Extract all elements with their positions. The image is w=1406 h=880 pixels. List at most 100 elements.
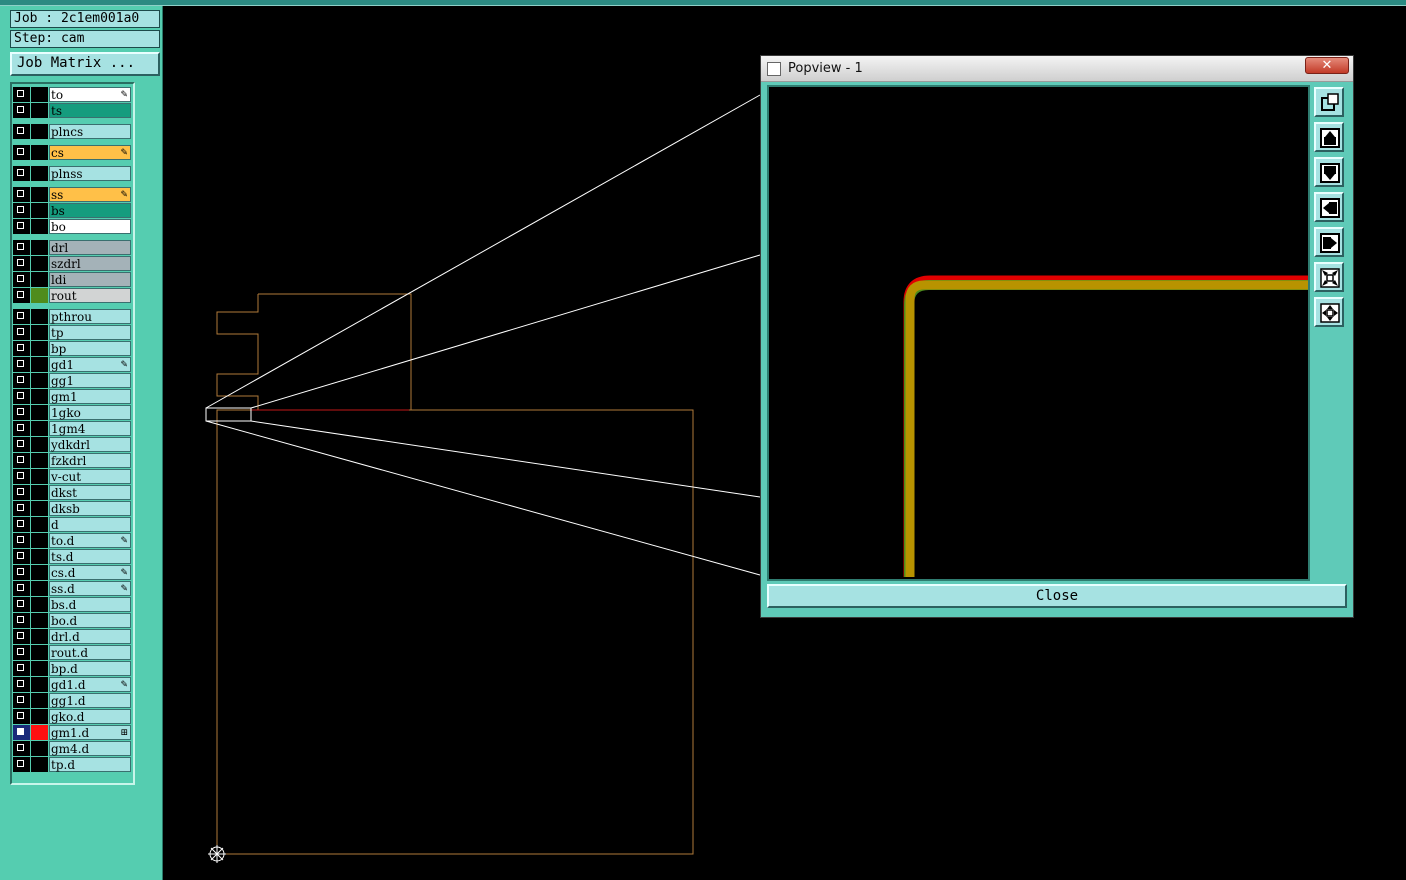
layer-checkbox[interactable] xyxy=(13,613,30,628)
layer-checkbox[interactable] xyxy=(13,757,30,772)
layer-row[interactable]: ss ✎ xyxy=(13,187,132,202)
layer-name[interactable]: 1gm4 xyxy=(49,421,131,436)
layer-row[interactable]: tp xyxy=(13,325,132,340)
layer-name[interactable]: bp xyxy=(49,341,131,356)
layer-row[interactable]: ldi xyxy=(13,272,132,287)
layer-color-swatch[interactable] xyxy=(31,203,48,218)
layer-name[interactable]: to ✎ xyxy=(49,87,131,102)
layer-checkbox[interactable] xyxy=(13,240,30,255)
popview-titlebar[interactable]: Popview - 1 ✕ xyxy=(761,56,1353,82)
layer-color-swatch[interactable] xyxy=(31,453,48,468)
layer-color-swatch[interactable] xyxy=(31,219,48,234)
layer-checkbox[interactable] xyxy=(13,677,30,692)
layer-color-swatch[interactable] xyxy=(31,87,48,102)
layer-name[interactable]: gm4.d xyxy=(49,741,131,756)
layer-row[interactable]: bp.d xyxy=(13,661,132,676)
layer-checkbox[interactable] xyxy=(13,597,30,612)
layer-row[interactable]: bs xyxy=(13,203,132,218)
layer-checkbox[interactable] xyxy=(13,533,30,548)
layer-color-swatch[interactable] xyxy=(31,437,48,452)
pan-right-icon[interactable] xyxy=(1314,227,1344,257)
pan-left-icon[interactable] xyxy=(1314,192,1344,222)
layer-row[interactable]: gg1 xyxy=(13,373,132,388)
layer-row[interactable]: plncs xyxy=(13,124,132,139)
layer-checkbox[interactable] xyxy=(13,565,30,580)
layer-name[interactable]: gko.d xyxy=(49,709,131,724)
layer-color-swatch[interactable] xyxy=(31,645,48,660)
layer-checkbox[interactable] xyxy=(13,288,30,303)
layer-name[interactable]: gd1 ✎ xyxy=(49,357,131,372)
popview-canvas[interactable] xyxy=(767,85,1310,581)
layer-row[interactable]: dkst xyxy=(13,485,132,500)
layer-row[interactable]: fzkdrl xyxy=(13,453,132,468)
layer-checkbox[interactable] xyxy=(13,272,30,287)
layer-row[interactable]: bs.d xyxy=(13,597,132,612)
layer-name[interactable]: rout.d xyxy=(49,645,131,660)
layer-row[interactable]: d xyxy=(13,517,132,532)
layer-row[interactable]: gd1 ✎ xyxy=(13,357,132,372)
layer-name[interactable]: gd1.d ✎ xyxy=(49,677,131,692)
layer-name[interactable]: gg1.d xyxy=(49,693,131,708)
layer-name[interactable]: v-cut xyxy=(49,469,131,484)
layer-checkbox[interactable] xyxy=(13,645,30,660)
layer-checkbox[interactable] xyxy=(13,693,30,708)
layer-color-swatch[interactable] xyxy=(31,501,48,516)
close-button[interactable]: Close xyxy=(767,584,1347,608)
layer-color-swatch[interactable] xyxy=(31,661,48,676)
layer-checkbox[interactable] xyxy=(13,725,30,740)
layer-color-swatch[interactable] xyxy=(31,565,48,580)
layer-checkbox[interactable] xyxy=(13,309,30,324)
layer-name[interactable]: ts xyxy=(49,103,131,118)
layer-name[interactable]: plncs xyxy=(49,124,131,139)
layer-row[interactable]: drl xyxy=(13,240,132,255)
layer-color-swatch[interactable] xyxy=(31,613,48,628)
zoom-fit-icon[interactable] xyxy=(1314,87,1344,117)
layer-color-swatch[interactable] xyxy=(31,693,48,708)
layer-name[interactable]: bo.d xyxy=(49,613,131,628)
layer-color-swatch[interactable] xyxy=(31,421,48,436)
layer-name[interactable]: fzkdrl xyxy=(49,453,131,468)
layer-name[interactable]: d xyxy=(49,517,131,532)
layer-row[interactable]: to.d ✎ xyxy=(13,533,132,548)
layer-color-swatch[interactable] xyxy=(31,145,48,160)
layer-color-swatch[interactable] xyxy=(31,389,48,404)
layer-row[interactable]: rout xyxy=(13,288,132,303)
layer-row[interactable]: cs.d ✎ xyxy=(13,565,132,580)
layer-color-swatch[interactable] xyxy=(31,166,48,181)
layer-row[interactable]: 1gko xyxy=(13,405,132,420)
layer-checkbox[interactable] xyxy=(13,709,30,724)
layer-checkbox[interactable] xyxy=(13,501,30,516)
layer-color-swatch[interactable] xyxy=(31,309,48,324)
layer-color-swatch[interactable] xyxy=(31,549,48,564)
layer-color-swatch[interactable] xyxy=(31,581,48,596)
layer-name[interactable]: szdrl xyxy=(49,256,131,271)
layer-name[interactable]: ts.d xyxy=(49,549,131,564)
layer-color-swatch[interactable] xyxy=(31,485,48,500)
layer-row[interactable]: gm1.d ⊞ xyxy=(13,725,132,740)
layer-row[interactable]: dksb xyxy=(13,501,132,516)
layer-row[interactable]: gd1.d ✎ xyxy=(13,677,132,692)
layer-row[interactable]: to ✎ xyxy=(13,87,132,102)
layer-row[interactable]: v-cut xyxy=(13,469,132,484)
layer-name[interactable]: bs xyxy=(49,203,131,218)
layer-row[interactable]: tp.d xyxy=(13,757,132,772)
layer-checkbox[interactable] xyxy=(13,187,30,202)
pan-down-icon[interactable] xyxy=(1314,157,1344,187)
layer-color-swatch[interactable] xyxy=(31,325,48,340)
layer-color-swatch[interactable] xyxy=(31,757,48,772)
layer-row[interactable]: ts xyxy=(13,103,132,118)
layer-color-swatch[interactable] xyxy=(31,357,48,372)
layer-checkbox[interactable] xyxy=(13,341,30,356)
layer-checkbox[interactable] xyxy=(13,389,30,404)
pan-up-icon[interactable] xyxy=(1314,122,1344,152)
layer-checkbox[interactable] xyxy=(13,741,30,756)
layer-color-swatch[interactable] xyxy=(31,288,48,303)
layer-color-swatch[interactable] xyxy=(31,533,48,548)
layer-row[interactable]: ss.d ✎ xyxy=(13,581,132,596)
layer-name[interactable]: gm1 xyxy=(49,389,131,404)
layer-color-swatch[interactable] xyxy=(31,187,48,202)
job-matrix-button[interactable]: Job Matrix ... xyxy=(10,52,160,76)
layer-checkbox[interactable] xyxy=(13,517,30,532)
zoom-in-icon[interactable] xyxy=(1314,262,1344,292)
layer-checkbox[interactable] xyxy=(13,405,30,420)
